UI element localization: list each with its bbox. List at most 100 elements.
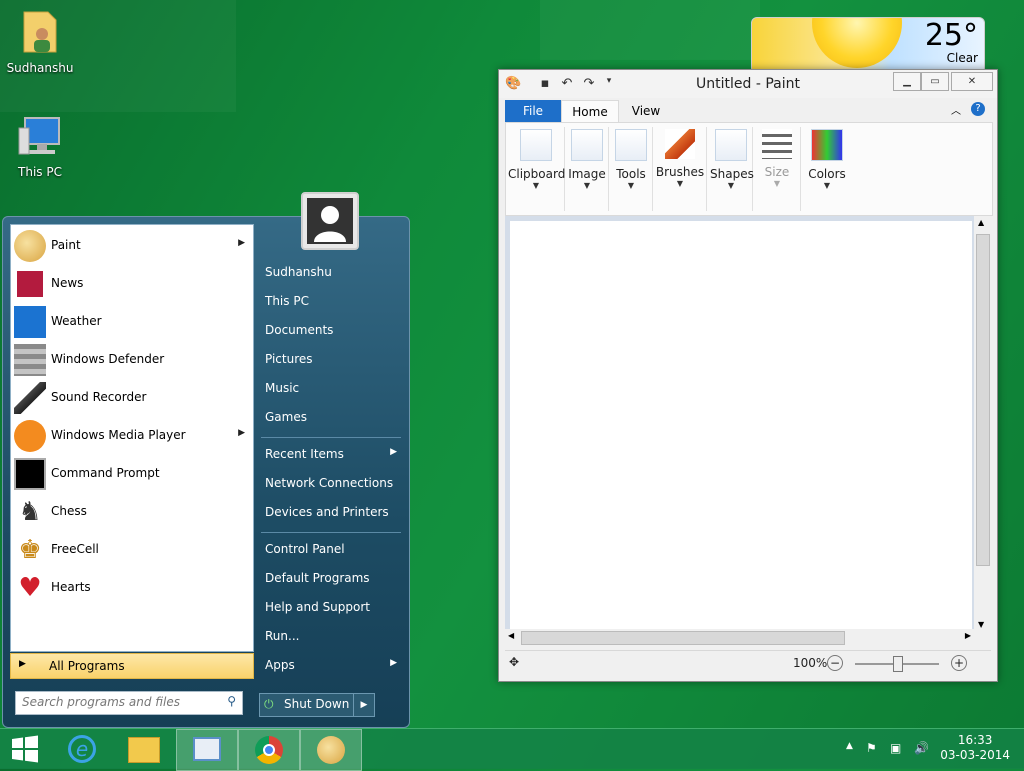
control-panel-icon <box>193 737 221 761</box>
volume-icon[interactable]: 🔊 <box>914 741 929 755</box>
programs-list: Paint ▶ News Weather Windows Defender So… <box>10 224 254 652</box>
shapes-button[interactable]: Shapes ▼ <box>710 127 754 211</box>
paint-window[interactable]: 🎨 ▪ ↶ ↷ ▾ Untitled - Paint ▁ ▭ ✕ File Ho… <box>498 69 998 682</box>
link-apps[interactable]: Apps ▶ <box>265 658 405 680</box>
brush-icon <box>665 129 695 159</box>
link-user[interactable]: Sudhanshu <box>265 265 405 287</box>
start-button[interactable] <box>0 729 50 769</box>
link-this-pc[interactable]: This PC <box>265 294 405 316</box>
desktop-background-block <box>540 0 760 60</box>
maximize-button[interactable]: ▭ <box>921 72 949 91</box>
internet-explorer-icon: e <box>68 735 96 763</box>
scroll-right-icon[interactable]: ▶ <box>965 631 971 640</box>
shutdown-options-button[interactable]: ▶ <box>353 693 375 717</box>
clipboard-button[interactable]: Clipboard ▼ <box>508 127 565 211</box>
desktop-icon-label: This PC <box>18 165 62 179</box>
link-recent-items[interactable]: Recent Items ▶ <box>265 447 405 469</box>
paint-icon <box>317 736 345 764</box>
zoom-out-button[interactable]: − <box>827 655 843 671</box>
list-item[interactable]: Windows Media Player ▶ <box>11 417 253 455</box>
title-bar[interactable]: 🎨 ▪ ↶ ↷ ▾ Untitled - Paint ▁ ▭ ✕ <box>499 70 997 98</box>
chevron-right-icon[interactable]: ▶ <box>238 238 245 248</box>
vertical-scrollbar[interactable]: ▲ ▼ <box>974 216 991 631</box>
zoom-in-button[interactable]: + <box>951 655 967 671</box>
weather-condition: Clear <box>946 51 978 65</box>
show-hidden-icons-icon[interactable]: ▲ <box>846 741 853 751</box>
minimize-button[interactable]: ▁ <box>893 72 921 91</box>
link-default-programs[interactable]: Default Programs <box>265 571 405 593</box>
link-games[interactable]: Games <box>265 410 405 432</box>
start-menu[interactable]: Paint ▶ News Weather Windows Defender So… <box>2 216 410 728</box>
link-label: Recent Items <box>265 447 344 461</box>
list-item[interactable]: ♥ Hearts <box>11 569 253 607</box>
brushes-button[interactable]: Brushes ▼ <box>654 127 707 211</box>
taskbar-item-paint[interactable] <box>300 729 362 771</box>
clock[interactable]: 16:33 03-03-2014 <box>940 733 1010 763</box>
taskbar-item-file-explorer[interactable] <box>114 729 174 769</box>
close-button[interactable]: ✕ <box>951 72 993 91</box>
program-label: Command Prompt <box>51 466 160 480</box>
link-documents[interactable]: Documents <box>265 323 405 345</box>
scroll-left-icon[interactable]: ◀ <box>508 631 514 640</box>
link-network-connections[interactable]: Network Connections <box>265 476 405 498</box>
weather-gadget[interactable]: 25° Clear <box>751 17 985 74</box>
list-item[interactable]: Paint ▶ <box>11 227 253 265</box>
search-input[interactable]: Search programs and files ⚲ <box>15 691 243 715</box>
desktop-icon-this-pc[interactable]: This PC <box>0 116 80 179</box>
ribbon-tabs: File Home View ︿ ? <box>505 100 991 123</box>
search-placeholder: Search programs and files <box>22 695 180 709</box>
avatar[interactable] <box>301 192 359 250</box>
list-item[interactable]: Sound Recorder <box>11 379 253 417</box>
tools-button[interactable]: Tools ▼ <box>610 127 653 211</box>
tab-view[interactable]: View <box>621 100 671 122</box>
chevron-right-icon[interactable]: ▶ <box>238 428 245 438</box>
colors-button[interactable]: Colors ▼ <box>806 127 848 211</box>
help-icon[interactable]: ? <box>971 102 985 116</box>
tab-file[interactable]: File <box>505 100 561 122</box>
chevron-down-icon: ▼ <box>823 181 831 190</box>
news-icon <box>14 268 46 300</box>
chevron-down-icon: ▼ <box>532 181 540 190</box>
image-button[interactable]: Image ▼ <box>566 127 609 211</box>
divider <box>261 437 401 438</box>
user-folder-icon <box>0 8 80 57</box>
action-center-flag-icon[interactable]: ⚑ <box>866 741 877 755</box>
taskbar-item-chrome[interactable] <box>238 729 300 771</box>
size-button[interactable]: Size ▼ <box>754 127 801 211</box>
link-run[interactable]: Run... <box>265 629 405 651</box>
link-music[interactable]: Music <box>265 381 405 403</box>
list-item[interactable]: Weather <box>11 303 253 341</box>
list-item[interactable]: ♞ Chess <box>11 493 253 531</box>
link-control-panel[interactable]: Control Panel <box>265 542 405 564</box>
scroll-up-icon[interactable]: ▲ <box>978 218 984 227</box>
link-pictures[interactable]: Pictures <box>265 352 405 374</box>
group-label: Brushes <box>655 165 705 179</box>
tab-home[interactable]: Home <box>561 100 619 123</box>
program-label: Paint <box>51 238 81 252</box>
all-programs-button[interactable]: ▶ All Programs <box>10 653 254 679</box>
horizontal-scrollbar[interactable]: ◀ ▶ <box>505 629 991 646</box>
group-label: Shapes <box>710 167 754 181</box>
group-label: Clipboard <box>508 167 566 181</box>
scroll-thumb[interactable] <box>521 631 845 645</box>
zoom-slider-thumb[interactable] <box>893 656 903 672</box>
scroll-down-icon[interactable]: ▼ <box>978 620 984 629</box>
size-icon <box>762 129 792 159</box>
scroll-thumb[interactable] <box>976 234 990 566</box>
search-icon[interactable]: ⚲ <box>227 694 236 708</box>
desktop-icon-user-folder[interactable]: Sudhanshu <box>0 8 80 75</box>
taskbar-item-control-panel[interactable] <box>176 729 238 771</box>
canvas-area: ▲ ▼ ◀ ▶ <box>505 216 991 646</box>
minimize-ribbon-icon[interactable]: ︿ <box>951 102 961 117</box>
list-item[interactable]: Command Prompt <box>11 455 253 493</box>
list-item[interactable]: Windows Defender <box>11 341 253 379</box>
link-devices-printers[interactable]: Devices and Printers <box>265 505 405 527</box>
taskbar-item-internet-explorer[interactable]: e <box>52 729 112 769</box>
drawing-canvas[interactable] <box>510 221 972 631</box>
list-item[interactable]: News <box>11 265 253 303</box>
network-icon[interactable]: ▣ <box>890 741 901 755</box>
list-item[interactable]: ♚ FreeCell <box>11 531 253 569</box>
microphone-icon <box>14 382 46 414</box>
link-help-support[interactable]: Help and Support <box>265 600 405 622</box>
paint-icon <box>14 230 46 262</box>
